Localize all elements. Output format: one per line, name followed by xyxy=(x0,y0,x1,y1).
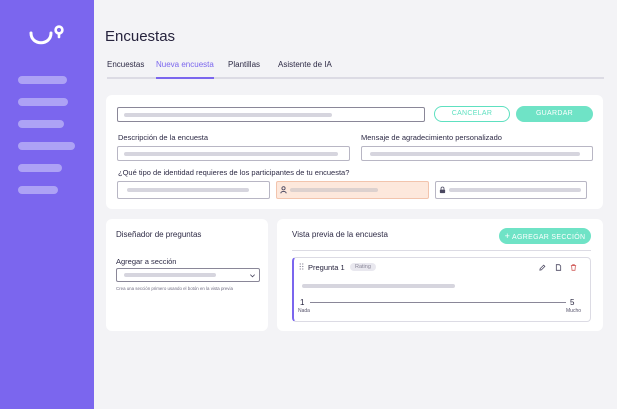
identity-option-1[interactable] xyxy=(117,181,270,199)
sidebar-item-3[interactable] xyxy=(18,120,64,128)
chevron-down-icon xyxy=(250,274,255,278)
scale-max-value: 5 xyxy=(570,298,575,307)
tab-encuestas[interactable]: Encuestas xyxy=(107,60,144,77)
placeholder-bar xyxy=(370,152,580,156)
edit-icon[interactable] xyxy=(539,264,546,271)
question-card[interactable]: Pregunta 1 Rating 1 5 Nada Mucho xyxy=(292,257,591,322)
plus-icon: + xyxy=(504,231,511,241)
rating-scale-line[interactable] xyxy=(310,302,566,303)
scale-min-value: 1 xyxy=(300,298,305,307)
question-designer-card: Diseñador de preguntas Agregar a sección… xyxy=(106,219,268,331)
placeholder-bar xyxy=(124,273,216,277)
option-text-bar xyxy=(127,188,249,192)
placeholder-bar xyxy=(124,152,338,156)
identity-option-3[interactable] xyxy=(435,181,587,199)
section-select[interactable] xyxy=(116,268,260,282)
person-icon xyxy=(280,186,287,194)
preview-title: Vista previa de la encuesta xyxy=(292,230,388,239)
sidebar-item-5[interactable] xyxy=(18,164,62,172)
identity-label: ¿Qué tipo de identidad requieres de los … xyxy=(118,168,350,177)
main-content: Encuestas Encuestas Nueva encuesta Plant… xyxy=(94,0,617,409)
cancel-button[interactable]: CANCELAR xyxy=(434,106,510,122)
copy-icon[interactable] xyxy=(555,264,562,271)
tab-bar: Encuestas Nueva encuesta Plantillas Asis… xyxy=(107,60,604,79)
description-label: Descripción de la encuesta xyxy=(118,133,209,142)
sidebar-item-4[interactable] xyxy=(18,142,75,150)
save-button[interactable]: GUARDAR xyxy=(516,106,593,122)
survey-form-card: CANCELAR GUARDAR Descripción de la encue… xyxy=(106,95,603,209)
page-title: Encuestas xyxy=(105,28,176,45)
add-section-button[interactable]: + AGREGAR SECCIÓN xyxy=(499,228,591,244)
description-input[interactable] xyxy=(117,146,350,161)
question-label: Pregunta 1 xyxy=(308,263,345,272)
scale-max-caption: Mucho xyxy=(566,308,582,314)
drag-handle-icon[interactable] xyxy=(299,263,304,270)
sidebar-item-6[interactable] xyxy=(18,186,58,194)
identity-option-2[interactable] xyxy=(276,181,429,199)
preview-divider xyxy=(292,250,591,251)
survey-preview-card: Vista previa de la encuesta + AGREGAR SE… xyxy=(277,219,603,331)
designer-helper-text: Crea una sección primero usando el botón… xyxy=(116,286,233,291)
add-to-section-label: Agregar a sección xyxy=(116,257,177,266)
sidebar-item-2[interactable] xyxy=(18,98,68,106)
placeholder-bar xyxy=(124,113,332,117)
option-text-bar xyxy=(449,188,581,192)
sidebar xyxy=(0,0,94,409)
tab-plantillas[interactable]: Plantillas xyxy=(228,60,260,77)
add-section-label: AGREGAR SECCIÓN xyxy=(512,234,586,241)
question-type-badge: Rating xyxy=(350,263,376,271)
lock-icon xyxy=(439,186,446,194)
question-text-bar xyxy=(302,284,455,288)
tab-asistente-ia[interactable]: Asistente de IA xyxy=(278,60,332,77)
designer-title: Diseñador de preguntas xyxy=(116,230,202,239)
trash-icon[interactable] xyxy=(570,264,577,271)
option-text-bar xyxy=(290,188,378,192)
survey-name-input[interactable] xyxy=(117,107,425,122)
thanks-message-input[interactable] xyxy=(361,146,593,161)
scale-min-caption: Nada xyxy=(298,308,310,314)
thanks-message-label: Mensaje de agradecimiento personalizado xyxy=(361,133,502,142)
tab-nueva-encuesta[interactable]: Nueva encuesta xyxy=(156,60,214,79)
sidebar-item-1[interactable] xyxy=(18,76,67,84)
logo-icon xyxy=(29,25,64,45)
